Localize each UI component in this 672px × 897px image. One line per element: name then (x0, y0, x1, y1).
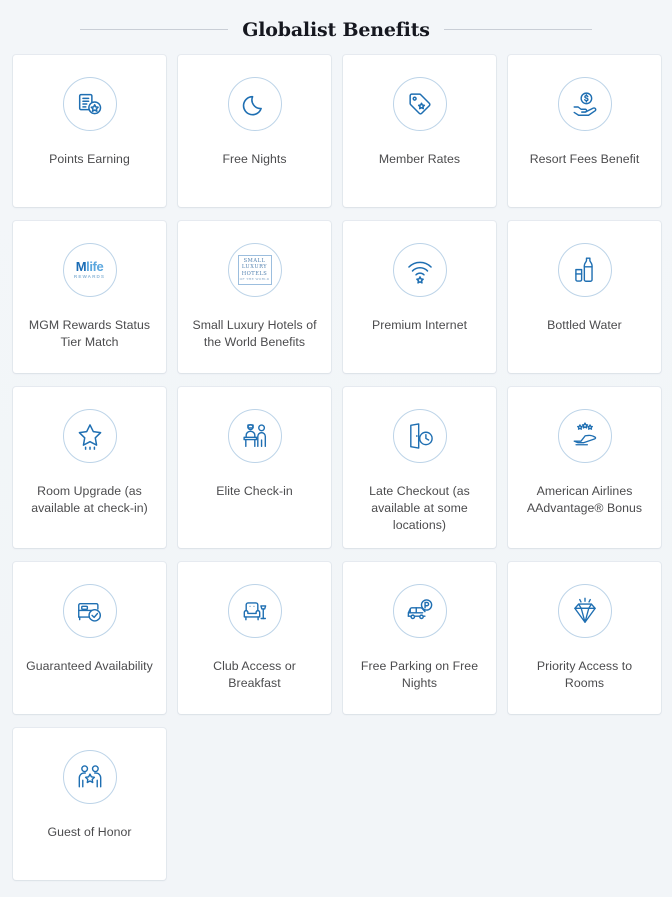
page-header: Globalist Benefits (0, 0, 672, 55)
benefit-card-elite-checkin[interactable]: Elite Check-in (178, 387, 331, 548)
bed-check-icon (62, 584, 117, 638)
door-clock-icon (392, 409, 447, 463)
benefits-grid: Points Earning Free Nights Member Rates (0, 55, 672, 880)
benefit-card-late-checkout[interactable]: Late Checkout (as available at some loca… (343, 387, 496, 548)
price-tag-icon (392, 77, 447, 131)
bottle-glass-icon (557, 243, 612, 297)
benefit-label: Resort Fees Benefit (529, 152, 640, 166)
moon-icon (227, 77, 282, 131)
benefit-card-room-upgrade[interactable]: Room Upgrade (as available at check-in) (13, 387, 166, 548)
benefit-card-free-nights[interactable]: Free Nights (178, 55, 331, 207)
benefit-label: Guest of Honor (47, 825, 132, 839)
mlife-rewards-logo: Mlife REWARDS (62, 243, 117, 297)
benefit-label: Late Checkout (as available at some loca… (369, 484, 470, 532)
benefit-label: Room Upgrade (as available at check-in) (31, 484, 148, 515)
benefit-card-club-access[interactable]: Club Access or Breakfast (178, 562, 331, 714)
benefit-label: Priority Access to Rooms (536, 659, 633, 690)
small-luxury-hotels-logo: SMALL LUXURY HOTELS OF THE WORLD (227, 243, 282, 297)
front-desk-icon (227, 409, 282, 463)
benefit-label: Points Earning (49, 152, 130, 166)
benefit-card-bottled-water[interactable]: Bottled Water (508, 221, 661, 373)
diamond-icon (557, 584, 612, 638)
benefit-card-aadvantage-bonus[interactable]: American Airlines AAdvantage® Bonus (508, 387, 661, 548)
benefit-card-resort-fees[interactable]: Resort Fees Benefit (508, 55, 661, 207)
benefit-label: Member Rates (378, 152, 461, 166)
benefit-label: Free Nights (222, 152, 287, 166)
benefit-card-priority-access[interactable]: Priority Access to Rooms (508, 562, 661, 714)
benefit-label: American Airlines AAdvantage® Bonus (526, 484, 643, 515)
benefits-page: Globalist Benefits Points Earning Free N… (0, 0, 672, 897)
mlife-logo-m: M (75, 259, 87, 275)
benefit-label: Premium Internet (371, 318, 468, 332)
wifi-star-icon (392, 243, 447, 297)
benefit-label: Free Parking on Free Nights (360, 659, 479, 690)
benefit-card-free-parking[interactable]: Free Parking on Free Nights (343, 562, 496, 714)
header-rule-left (80, 29, 229, 30)
hand-holding-coin-icon (557, 77, 612, 131)
benefit-card-small-luxury-hotels[interactable]: SMALL LUXURY HOTELS OF THE WORLD Small L… (178, 221, 331, 373)
benefit-label: Bottled Water (547, 318, 622, 332)
two-people-star-icon (62, 750, 117, 804)
star-upgrade-icon (62, 409, 117, 463)
slh-line-4: OF THE WORLD (239, 277, 270, 282)
car-parking-icon (392, 584, 447, 638)
benefit-card-guaranteed-availability[interactable]: Guaranteed Availability (13, 562, 166, 714)
benefit-card-premium-internet[interactable]: Premium Internet (343, 221, 496, 373)
points-earning-icon (62, 77, 117, 131)
benefit-card-mgm-rewards[interactable]: Mlife REWARDS MGM Rewards Status Tier Ma… (13, 221, 166, 373)
mlife-logo-rewards: REWARDS (73, 274, 106, 280)
armchair-lamp-icon (227, 584, 282, 638)
benefit-label: MGM Rewards Status Tier Match (28, 318, 151, 349)
benefit-label: Club Access or Breakfast (213, 659, 296, 690)
benefit-label: Guaranteed Availability (26, 659, 153, 673)
airplane-stars-icon (557, 409, 612, 463)
benefit-label: Small Luxury Hotels of the World Benefit… (192, 318, 317, 349)
mlife-logo-life: life (86, 259, 104, 275)
page-title: Globalist Benefits (242, 18, 430, 41)
benefit-label: Elite Check-in (216, 484, 293, 498)
benefit-card-points-earning[interactable]: Points Earning (13, 55, 166, 207)
benefit-card-member-rates[interactable]: Member Rates (343, 55, 496, 207)
header-rule-right (443, 29, 592, 30)
benefit-card-guest-of-honor[interactable]: Guest of Honor (13, 728, 166, 880)
